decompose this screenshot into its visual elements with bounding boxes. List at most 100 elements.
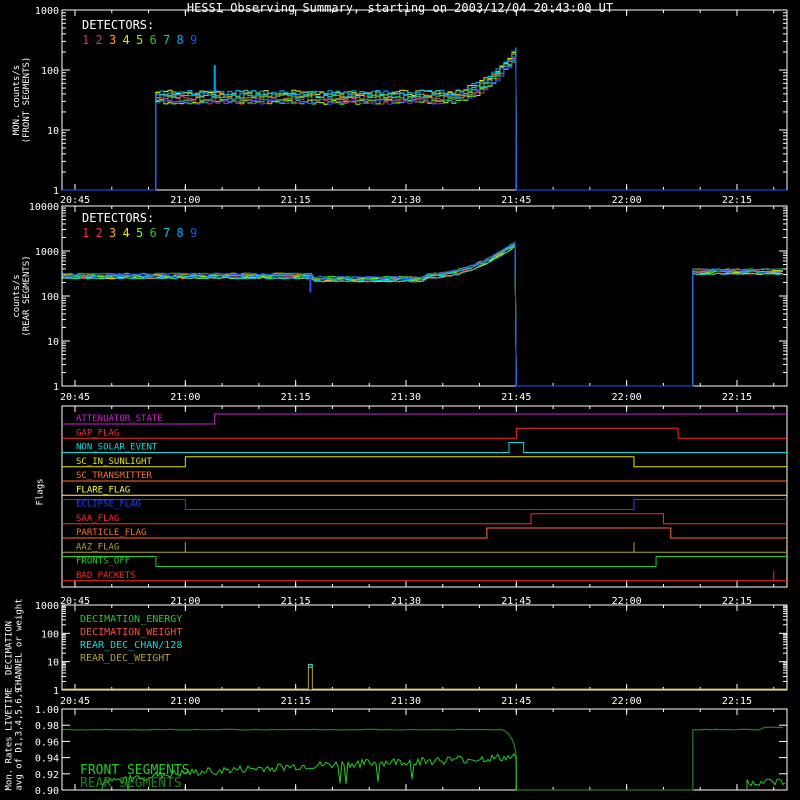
flag-label: ATTENUATOR_STATE [76,414,163,424]
x-tick-label: 21:45 [501,392,531,403]
y-tick-label: 10 [47,658,59,669]
front-legend-item: 6 [150,33,157,47]
x-tick-label: 22:15 [722,392,752,403]
rear-series-8 [62,242,784,387]
decimation-legend-item: DECIMATION_ENERGY [80,614,182,625]
x-tick-label: 21:00 [170,696,200,707]
rear-legend-item: 8 [177,226,184,240]
y-tick-label: 1 [53,186,59,197]
rear-legend-item: 7 [163,226,170,240]
x-tick-label: 22:00 [612,392,642,403]
flags-panel-ylabel: Flags [35,477,45,506]
x-tick-label: 22:15 [722,696,752,707]
flag-line [62,542,787,553]
x-tick-label: 21:45 [501,195,531,206]
front-panel-ylabel: MON. counts/s (FRONT SEGMENTS) [12,56,32,144]
decimation-panel-ylabel: DECIMATION CHANNEL or weight [4,597,24,690]
decimation-legend-item: REAR_DEC_CHAN/128 [80,640,182,651]
front-livetime-line [101,752,786,791]
front-series-1 [62,58,787,191]
x-tick-label: 21:00 [170,195,200,206]
front-series-3 [62,51,787,191]
rear-panel-frame [61,205,788,387]
front-legend-item: 7 [163,33,170,47]
y-tick-label: 0.98 [35,721,59,732]
front-legend-item: 2 [96,33,103,47]
x-tick-label: 20:45 [60,392,90,403]
flag-line [62,413,787,425]
rear-legend-item: 3 [109,226,116,240]
front-legend-item: 5 [136,33,143,47]
y-tick-label: 1 [53,382,59,393]
rear-series-6 [62,242,783,387]
x-tick-label: 20:45 [60,696,90,707]
rear-series-7 [62,244,783,387]
rear-series-2 [62,243,783,387]
front-legend-title: DETECTORS: [82,18,154,32]
flag-label: PARTICLE_FLAG [76,528,146,538]
flag-label: BAD_PACKETS [76,571,136,581]
hessi-summary-chart: 20:45 21:00 21:15 21:30 21:45 22:00 22:1511010… [29,6,788,797]
decimation-legend-item: REAR_DEC_WEIGHT [80,653,170,664]
flag-line [62,556,787,567]
flag-label: FLARE_FLAG [76,485,130,495]
flag-line [62,570,787,582]
flag-label: SC_TRANSMITTER [76,471,152,481]
flag-line [62,456,787,468]
front-series-6 [62,55,787,191]
flag-label: NON_SOLAR_EVENT [76,443,158,453]
x-tick-label: 22:00 [612,195,642,206]
x-tick-label: 20:45 [60,195,90,206]
x-tick-label: 22:00 [612,696,642,707]
flag-line [62,527,787,539]
x-tick-label: 21:15 [281,195,311,206]
y-tick-label: 100 [41,629,59,640]
y-tick-label: 100 [41,292,59,303]
flag-line [62,442,787,453]
front-series-5 [62,54,787,191]
flag-label: GAP_FLAG [76,428,119,438]
y-tick-label: 10 [47,126,59,137]
y-tick-label: 0.96 [35,737,59,748]
x-tick-label: 21:30 [391,195,421,206]
flag-label: FRONTS_OFF [76,557,130,567]
rear-series-1 [62,245,783,387]
front-legend-item: 3 [109,33,116,47]
y-tick-label: 100 [41,66,59,77]
y-tick-label: 10000 [29,202,59,213]
flag-label: ECLIPSE_FLAG [76,500,141,510]
flag-line [62,513,787,525]
front-series-2 [62,55,787,191]
rear-legend-item: 1 [82,226,89,240]
y-tick-label: 1 [53,686,59,697]
y-tick-label: 0.94 [35,754,59,765]
front-series-9 [62,56,787,191]
y-tick-label: 1000 [35,6,59,17]
decimation-spike [308,663,313,668]
front-series-8 [62,47,787,191]
rear-legend-item: 9 [190,226,197,240]
flag-line [62,499,787,510]
front-legend-item: 9 [190,33,197,47]
front-legend-item: 8 [177,33,184,47]
rear-series-9 [62,241,783,387]
rear-panel-ylabel: counts/s (REAR SEGMENTS) [12,255,32,337]
y-tick-label: 1000 [35,247,59,258]
rear-legend-title: DETECTORS: [82,211,154,225]
rear-legend-item: 2 [96,226,103,240]
rear-series-3 [62,241,783,387]
x-tick-label: 21:30 [391,696,421,707]
flag-line [62,427,787,439]
y-tick-label: 1000 [35,601,59,612]
front-legend-item: 4 [123,33,130,47]
y-tick-label: 10 [47,337,59,348]
decimation-weight-line [62,663,787,690]
x-tick-label: 21:00 [170,392,200,403]
flag-label: SAA_FLAG [76,514,119,524]
rear-series-4 [62,244,783,387]
rear-legend-item: 4 [123,226,130,240]
livetime-panel-ylabel: Mon. Rates LIVETIME avg of D1,3,4,5,6,9 [4,687,24,790]
x-tick-label: 21:15 [281,392,311,403]
front-series-7 [62,48,787,191]
flag-label: SC_IN_SUNLIGHT [76,457,152,467]
